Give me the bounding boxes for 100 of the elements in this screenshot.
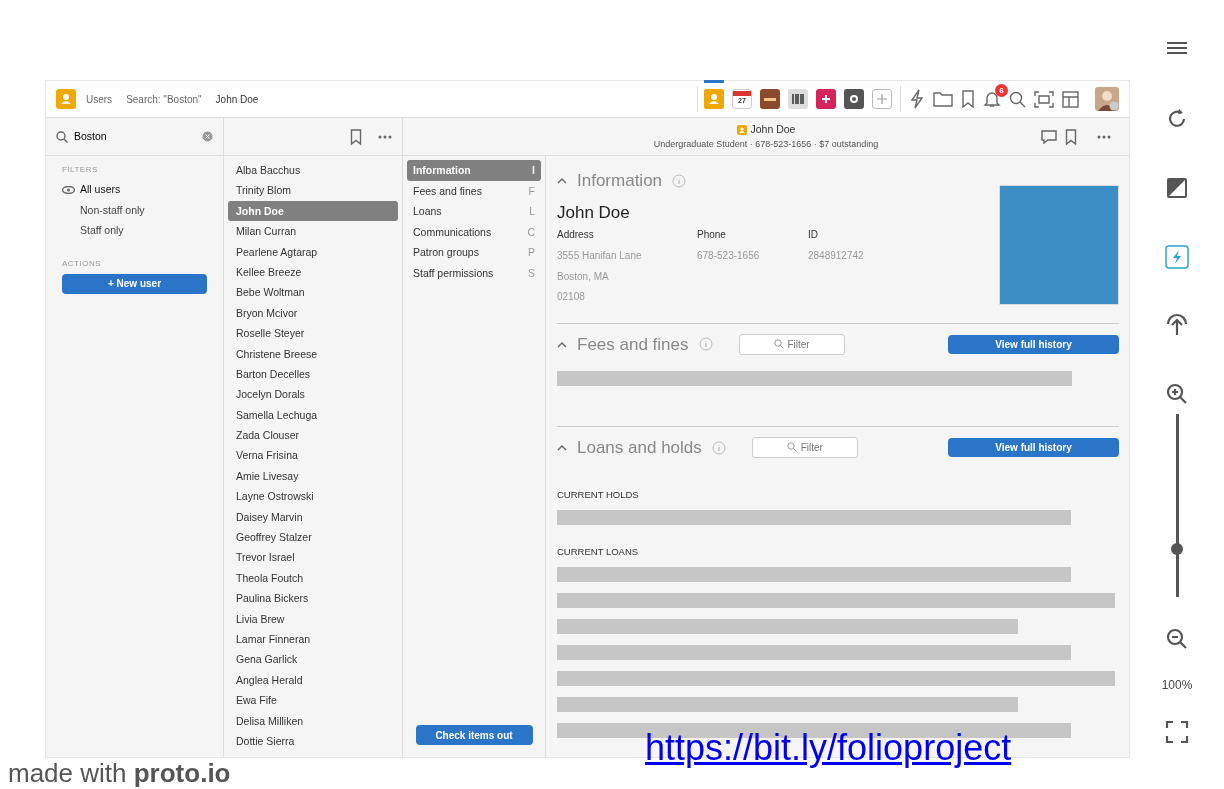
zoom-out-icon[interactable]	[1165, 626, 1189, 651]
user-list-item[interactable]: Gena Garlick	[228, 649, 398, 670]
user-list-item[interactable]: Delisa Milliken	[228, 710, 398, 731]
collapse-icon[interactable]	[557, 177, 567, 185]
section-nav-label: Communications	[413, 224, 492, 240]
user-list-item[interactable]: Geoffrey Stalzer	[228, 527, 398, 548]
check-items-out-button[interactable]: Check items out	[415, 725, 533, 745]
avatar-icon[interactable]	[1095, 87, 1119, 111]
user-list-item[interactable]: Bebe Woltman	[228, 282, 398, 303]
new-user-button[interactable]: + New user	[62, 273, 207, 294]
zoom-percentage: 100%	[1161, 676, 1193, 694]
field-value: Boston, MA	[557, 269, 610, 284]
user-list-item[interactable]: Livia Brew	[228, 608, 398, 629]
filter-field[interactable]: Filter	[738, 333, 845, 355]
actions-heading: ACTIONS	[62, 257, 103, 270]
shortcut-key: L	[529, 204, 535, 219]
collapse-icon[interactable]	[557, 340, 567, 348]
search-field[interactable]: Boston	[72, 127, 198, 146]
user-list-item[interactable]: Jocelyn Dorals	[228, 384, 398, 405]
lightning-icon[interactable]	[909, 89, 925, 109]
holds-heading: CURRENT HOLDS	[557, 487, 640, 502]
user-icon	[736, 124, 747, 135]
eye-icon	[62, 186, 75, 195]
folder-icon[interactable]	[933, 91, 953, 107]
user-list-item[interactable]: Barton Decelles	[228, 363, 398, 385]
user-list-item[interactable]: Pearlene Agtarap	[228, 241, 398, 262]
field-value: 3555 Hanifan Lane	[557, 249, 643, 263]
contrast-icon[interactable]	[1165, 175, 1189, 200]
search-icon	[773, 338, 784, 349]
field-label: ID	[808, 228, 819, 242]
field-value: 2848912742	[808, 249, 865, 263]
user-list-item[interactable]: Kellee Breeze	[228, 261, 398, 283]
filter-option[interactable]: Staff only	[62, 221, 207, 242]
shortcut-key: I	[532, 163, 535, 178]
user-list-item[interactable]: Theola Foutch	[228, 567, 398, 589]
user-list-item[interactable]: Verna Frisina	[228, 445, 398, 466]
section-nav-item[interactable]: Information I	[407, 160, 541, 181]
section-nav-item[interactable]: Fees and fines F	[407, 180, 541, 202]
user-list-item[interactable]: Amie Livesay	[228, 465, 398, 487]
field-label: Address	[557, 228, 595, 242]
user-list-item[interactable]: Lamar Finneran	[228, 629, 398, 650]
user-list-item[interactable]: Zada Clouser	[228, 425, 398, 446]
section-title: Fees and fines	[577, 333, 689, 356]
frame-icon[interactable]	[1034, 90, 1054, 108]
user-list-item[interactable]: Christene Breese	[228, 343, 398, 364]
more-icon[interactable]	[378, 134, 392, 139]
view-history-button[interactable]: View full history	[948, 438, 1119, 458]
field-label: Phone	[697, 228, 727, 242]
detail-title: John Doe	[750, 121, 796, 137]
upload-icon[interactable]	[1165, 313, 1189, 338]
section-nav-item[interactable]: Patron groups P	[407, 242, 541, 263]
section-nav-item[interactable]: Loans L	[407, 201, 541, 222]
breadcrumb[interactable]: Users	[86, 91, 113, 107]
section-nav-item[interactable]: Staff permissions S	[407, 262, 541, 284]
user-list-item[interactable]: Alba Bacchus	[228, 160, 398, 181]
section-nav-item[interactable]: Communications C	[407, 221, 541, 243]
filter-option[interactable]: Non-staff only	[62, 200, 207, 221]
user-list-item[interactable]: Trevor Israel	[228, 547, 398, 568]
user-list-item[interactable]: Roselle Steyer	[228, 323, 398, 344]
breadcrumb[interactable]: Search: "Boston"	[126, 91, 202, 107]
fullscreen-icon[interactable]	[1165, 720, 1189, 745]
zoom-slider[interactable]	[1170, 413, 1184, 597]
user-list-item[interactable]: Daisey Marvin	[228, 506, 398, 528]
breadcrumb: John Doe	[215, 92, 259, 107]
more-icon[interactable]	[1097, 135, 1111, 139]
search-icon[interactable]	[1009, 90, 1026, 108]
notification-badge: 6	[995, 84, 1008, 97]
search-icon	[786, 442, 797, 453]
user-list-item[interactable]: Milan Curran	[228, 221, 398, 242]
link[interactable]: https://bit.ly/folioproject	[645, 728, 1012, 768]
slider-thumb[interactable]	[1171, 543, 1183, 556]
user-list-item[interactable]: Anglea Herald	[228, 669, 398, 691]
comment-icon[interactable]	[1041, 130, 1057, 144]
user-list-item[interactable]: Bryon Mcivor	[228, 302, 398, 324]
filters-heading: FILTERS	[62, 164, 99, 176]
bookmark-icon[interactable]	[961, 90, 975, 108]
loans-heading: CURRENT LOANS	[557, 544, 640, 559]
collapse-icon[interactable]	[557, 444, 567, 452]
user-list-item[interactable]: Layne Ostrowski	[228, 486, 398, 507]
bell-icon[interactable]	[983, 90, 1001, 108]
users-app-icon[interactable]	[704, 80, 724, 112]
section-nav-label: Loans	[413, 204, 442, 219]
user-list-item[interactable]: Trinity Blom	[228, 180, 398, 201]
lightning-icon[interactable]	[1165, 244, 1189, 269]
bookmark-icon[interactable]	[1065, 129, 1077, 145]
user-list-item[interactable]: John Doe	[228, 200, 398, 222]
user-list-item[interactable]: Ewa Fife	[228, 690, 398, 711]
user-list-item[interactable]: Samella Lechuga	[228, 404, 398, 426]
clear-icon[interactable]	[202, 131, 213, 142]
section-title: Information	[577, 170, 663, 192]
layout-icon[interactable]	[1062, 90, 1079, 108]
shortcut-key: S	[528, 265, 535, 281]
filter-field[interactable]: Filter	[751, 437, 858, 459]
filter-option[interactable]: All users	[62, 180, 207, 201]
section-title: Loans and holds	[577, 437, 702, 459]
user-list-item[interactable]: Paulina Bickers	[228, 588, 398, 609]
view-history-button[interactable]: View full history	[948, 334, 1119, 354]
user-list-item[interactable]: Dottie Sierra	[228, 730, 398, 752]
bookmark-icon[interactable]	[350, 128, 362, 145]
field-value: 02108	[557, 290, 586, 304]
